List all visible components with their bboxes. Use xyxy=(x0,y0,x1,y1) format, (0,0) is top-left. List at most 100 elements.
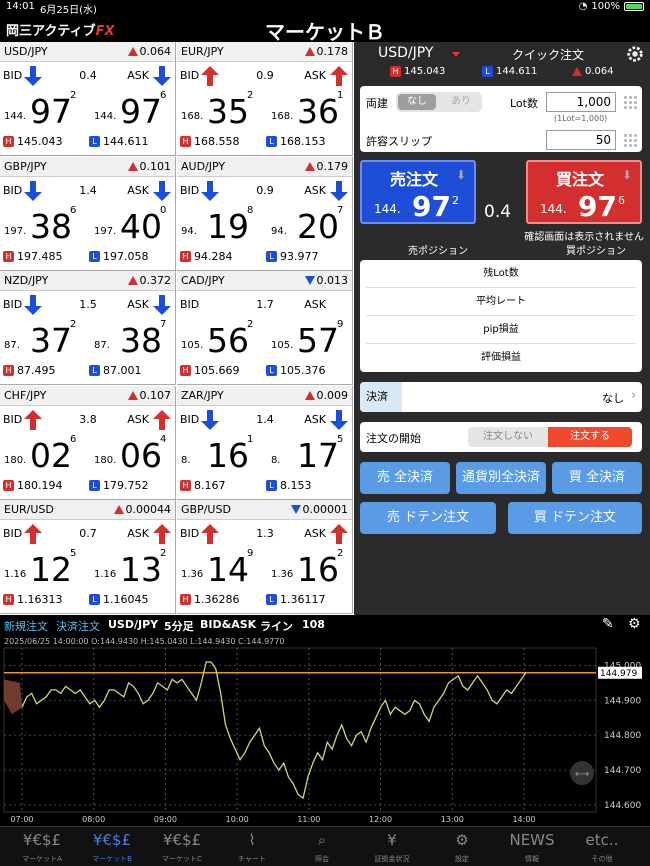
bid-price[interactable]: 168. 35 2 xyxy=(179,88,267,128)
spread: 0.9 xyxy=(256,183,274,197)
currency-pair: GBP/JPY xyxy=(4,159,47,173)
high-badge: H xyxy=(3,250,14,262)
settlement-row[interactable]: 決済 なし › xyxy=(360,382,642,412)
tab-8[interactable]: etc.. その他 xyxy=(568,827,636,866)
bid-price[interactable]: 87. 37 2 xyxy=(2,317,90,357)
bid-prefix: 94. xyxy=(181,225,197,237)
sell-order-button[interactable]: 売注文 ⬇ 144. 97 2 xyxy=(360,160,476,224)
change: 0.179 xyxy=(304,160,348,173)
order-symbol[interactable]: USD/JPY xyxy=(378,45,433,61)
rate-tile-eur-usd[interactable]: EUR/USD 0.00044 BID 0.7 ASK 1.16 12 5 1.… xyxy=(0,500,176,615)
chart-symbol[interactable]: USD/JPY xyxy=(108,618,158,631)
ask-price[interactable]: 1.16 13 2 xyxy=(92,546,180,586)
chart-interval[interactable]: 5分足 xyxy=(164,618,194,634)
ask-label: ASK xyxy=(127,298,149,312)
rate-tile-nzd-jpy[interactable]: NZD/JPY 0.372 BID 1.5 ASK 87. 37 2 87. 3… xyxy=(0,271,176,386)
chart-gear-icon[interactable]: ⚙ xyxy=(628,616,641,632)
ask-price[interactable]: 197. 40 0 xyxy=(92,203,180,243)
change-value: 0.064 xyxy=(139,45,172,58)
sell-doten-button[interactable]: 売 ドテン注文 xyxy=(360,502,496,534)
rate-tile-eur-jpy[interactable]: EUR/JPY 0.178 BID 0.9 ASK 168. 35 2 168.… xyxy=(177,42,353,156)
tab-7[interactable]: NEWS 情報 xyxy=(498,827,566,866)
rate-tile-chf-jpy[interactable]: CHF/JPY 0.107 BID 3.8 ASK 180. 02 6 180.… xyxy=(0,385,176,500)
chart-count[interactable]: 108 xyxy=(302,618,325,631)
tab-2[interactable]: ¥€$£ マーケットC xyxy=(148,827,216,866)
ask-label: ASK xyxy=(127,527,149,541)
buy-all-close-button[interactable]: 買 全決済 xyxy=(552,462,642,494)
ryodate-off[interactable]: なし xyxy=(398,94,436,110)
tab-5[interactable]: ¥ 証拠金状況 xyxy=(358,827,426,866)
order-start-off[interactable]: 注文しない xyxy=(468,427,548,447)
bid-price[interactable]: 1.16 12 5 xyxy=(2,546,90,586)
row-eval-pl: 評価損益 xyxy=(481,352,521,363)
tab-3[interactable]: ⌇ チャート xyxy=(218,827,286,866)
spread: 3.8 xyxy=(79,412,97,426)
buy-order-button[interactable]: 買注文 ⬇ 144. 97 6 xyxy=(526,160,642,224)
bid-price[interactable]: 8. 16 1 xyxy=(179,432,267,472)
rate-tile-zar-jpy[interactable]: ZAR/JPY 0.009 BID 1.4 ASK 8. 16 1 8. 17 … xyxy=(177,385,353,500)
high-value: 8.167 xyxy=(194,478,226,492)
ryodate-toggle[interactable]: なし あり xyxy=(396,92,482,112)
price-chart[interactable]: 07:00 08:00 09:00 10:00 11:00 12:00 13:00 14:00… xyxy=(0,646,650,826)
ask-price[interactable]: 1.36 16 2 xyxy=(269,546,357,586)
tab-0[interactable]: ¥€$£ マーケットA xyxy=(8,827,76,866)
ask-price[interactable]: 94. 20 7 xyxy=(269,203,357,243)
sell-all-close-button[interactable]: 売 全決済 xyxy=(360,462,450,494)
low: L 197.058 xyxy=(89,250,149,263)
bid-price[interactable]: 144. 97 2 xyxy=(2,88,90,128)
rate-tile-usd-jpy[interactable]: USD/JPY 0.064 BID 0.4 ASK 144. 97 2 144.… xyxy=(0,42,176,156)
close-order-link[interactable]: 決済注文 xyxy=(56,618,100,634)
order-start-on[interactable]: 注文する xyxy=(548,427,632,447)
high: H 87.495 xyxy=(3,364,56,377)
chart-draw-type[interactable]: ライン xyxy=(260,618,293,634)
rate-tile-gbp-jpy[interactable]: GBP/JPY 0.101 BID 1.4 ASK 197. 38 6 197.… xyxy=(0,156,176,271)
symbol-dropdown-icon[interactable] xyxy=(452,52,460,57)
gear-icon[interactable] xyxy=(626,45,644,63)
order-settings: 両建 なし あり Lot数 1,000 (1Lot=1,000) 許容スリップ … xyxy=(360,86,642,152)
ask-price[interactable]: 180. 06 4 xyxy=(92,432,180,472)
ryodate-on[interactable]: あり xyxy=(442,94,480,110)
bid-price[interactable]: 197. 38 6 xyxy=(2,203,90,243)
ask-price[interactable]: 144. 97 6 xyxy=(92,88,180,128)
new-order-link[interactable]: 新規注文 xyxy=(4,618,48,634)
ask-price[interactable]: 8. 17 5 xyxy=(269,432,357,472)
tab-label: 照会 xyxy=(315,855,329,863)
arrow-up-icon xyxy=(201,524,219,545)
bid-price[interactable]: 105. 56 2 xyxy=(179,317,267,357)
order-change: 0.064 xyxy=(572,66,614,77)
rate-tile-cad-jpy[interactable]: CAD/JPY 0.013 BID 1.7 ASK 105. 56 2 105.… xyxy=(177,271,353,386)
bid-label: BID xyxy=(3,183,23,197)
bid-label: BID xyxy=(180,69,200,82)
buy-doten-button[interactable]: 買 ドテン注文 xyxy=(508,502,642,534)
ask-big: 16 xyxy=(297,550,339,590)
up-triangle-icon xyxy=(127,390,138,400)
bid-price[interactable]: 180. 02 6 xyxy=(2,432,90,472)
tab-4[interactable]: ⌕ 照会 xyxy=(288,827,356,866)
ask-price[interactable]: 168. 36 1 xyxy=(269,88,357,128)
rate-tile-gbp-usd[interactable]: GBP/USD 0.00001 BID 1.3 ASK 1.36 14 9 1.… xyxy=(177,500,353,615)
pencil-icon[interactable]: ✎ xyxy=(602,616,614,632)
lot-keypad-icon[interactable] xyxy=(623,95,637,109)
lot-input[interactable]: 1,000 xyxy=(546,92,616,112)
tab-6[interactable]: ⚙ 設定 xyxy=(428,827,496,866)
spread: 1.4 xyxy=(79,183,97,197)
low: L 105.376 xyxy=(266,364,326,377)
spread: 1.3 xyxy=(256,527,274,541)
low-badge: L xyxy=(89,250,100,262)
tab-1[interactable]: ¥€$£ マーケットB xyxy=(78,827,146,866)
bid-price[interactable]: 94. 19 8 xyxy=(179,203,267,243)
arrow-up-icon xyxy=(153,524,171,545)
low-badge: L xyxy=(266,479,277,491)
ask-price[interactable]: 87. 38 7 xyxy=(92,317,180,357)
ask-price[interactable]: 105. 57 9 xyxy=(269,317,357,357)
rate-tile-aud-jpy[interactable]: AUD/JPY 0.179 BID 0.9 ASK 94. 19 8 94. 2… xyxy=(177,156,353,271)
buy-label: 買注文 xyxy=(556,170,605,189)
currency-all-close-button[interactable]: 通貨別全決済 xyxy=(456,462,546,494)
high-value: 87.495 xyxy=(17,364,56,378)
bid-price[interactable]: 1.36 14 9 xyxy=(179,546,267,586)
low-value: 197.058 xyxy=(103,249,149,263)
slip-input[interactable]: 50 xyxy=(546,130,616,150)
chart-price-type[interactable]: BID&ASK xyxy=(200,618,256,631)
tile-header: EUR/JPY 0.178 xyxy=(177,42,352,62)
slip-keypad-icon[interactable] xyxy=(623,133,637,147)
